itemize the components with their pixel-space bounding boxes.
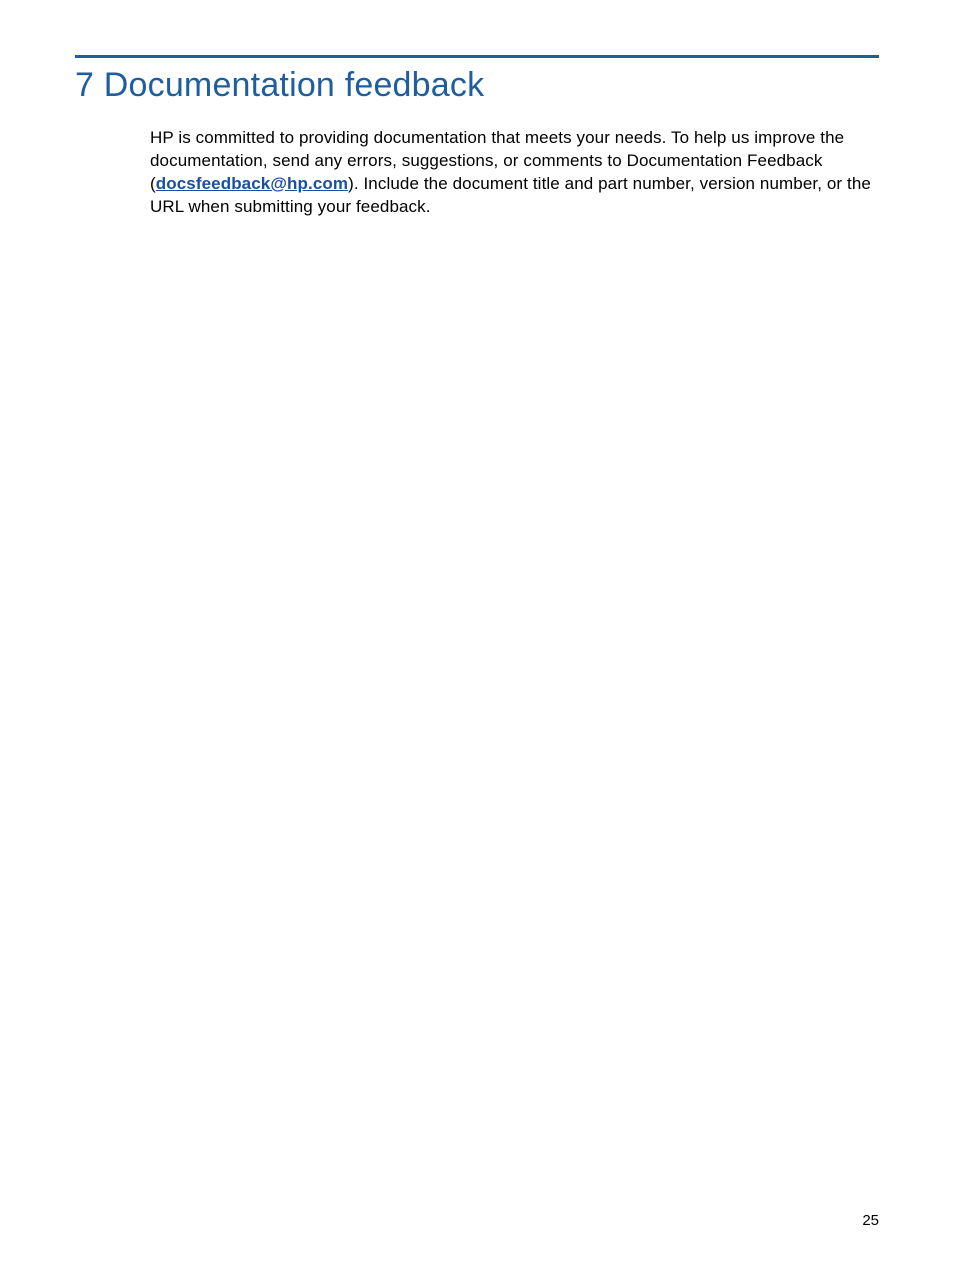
page-number: 25 [862, 1212, 879, 1229]
page-content: 7 Documentation feedback HP is committed… [0, 0, 954, 219]
chapter-heading: 7 Documentation feedback [75, 66, 879, 105]
body-paragraph: HP is committed to providing documentati… [75, 127, 879, 219]
heading-rule [75, 55, 879, 58]
feedback-email-link[interactable]: docsfeedback@hp.com [156, 174, 348, 193]
